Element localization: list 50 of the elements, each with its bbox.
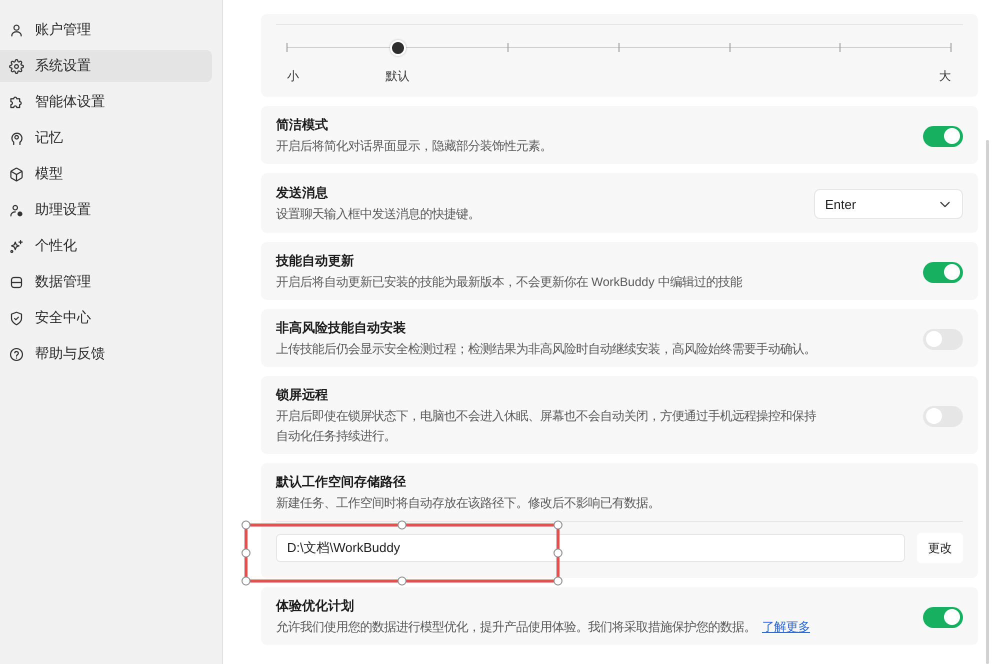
setting-description: 开启后将自动更新已安装的技能为最新版本，不会更新你在 WorkBuddy 中编辑过的技能 [276,274,742,291]
person-icon [9,22,24,38]
sidebar-item[interactable]: 智能体设置 [0,86,212,118]
setting-description: 设置聊天输入框中发送消息的快捷键。 [276,206,480,223]
toggle-switch[interactable] [923,406,963,426]
setting-title: 简洁模式 [276,116,329,134]
slider-min-label: 小 [287,68,299,85]
setting-description: 开启后将简化对话界面显示，隐藏部分装饰性元素。 [276,138,552,155]
slider-thumb[interactable] [390,40,406,56]
person-dot-icon [9,202,24,218]
setting-description: 上传技能后仍会显示安全检测过程；检测结果为非高风险时自动继续安装，高风险始终需要手动确认。 [276,341,816,358]
setting-title: 锁屏远程 [276,386,329,404]
shortcut-dropdown[interactable]: Enter [814,189,963,219]
setting-description: 开启后即使在锁屏状态下，电脑也不会进入休眠、屏幕也不会自动关闭，方便通过手机远程操控和保持自动化任务持续进行。 [276,408,817,445]
database-icon [9,274,24,290]
toggle-switch[interactable] [923,328,963,350]
setting-title: 默认工作空间存储路径 [276,473,407,491]
sparkle-icon [9,238,24,254]
setting-title: 技能自动更新 [276,252,355,270]
sidebar-item[interactable]: 记忆 [0,122,212,154]
scrollbar-thumb[interactable] [986,140,989,664]
sidebar-item[interactable]: 安全中心 [0,302,212,334]
change-button[interactable]: 更改 [917,533,963,563]
puzzle-icon [9,94,24,110]
setting-description: 新建任务、工作空间时将自动存放在该路径下。修改后不影响已有数据。 [276,495,660,512]
toggle-switch[interactable] [923,262,963,282]
sidebar-item[interactable]: 系统设置 [0,50,212,82]
sidebar-item[interactable]: 账户管理 [0,14,212,46]
slider-max-label: 大 [939,68,951,85]
setting-description: 允许我们使用您的数据进行模型优化，提升产品使用体验。我们将采取措施保护您的数据。 了解更多 [276,619,810,636]
setting-title: 体验优化计划 [276,597,355,615]
help-icon [9,346,24,362]
sidebar-item[interactable]: 模型 [0,158,212,190]
slider-default-label: 默认 [386,68,410,85]
sidebar-item[interactable]: 帮助与反馈 [0,338,212,370]
head-icon [9,130,24,146]
sidebar-item[interactable]: 个性化 [0,230,212,262]
setting-title: 非高风险技能自动安装 [276,319,407,337]
sidebar-item[interactable]: 助理设置 [0,194,212,226]
path-field[interactable]: D:\文档\WorkBuddy [276,534,905,562]
cube-icon [9,166,24,182]
learn-more-link[interactable]: 了解更多 [762,620,810,634]
chevron-down-icon [940,200,950,208]
toggle-switch[interactable] [923,126,963,146]
sidebar-item[interactable]: 数据管理 [0,266,212,298]
toggle-switch[interactable] [923,606,963,628]
settings-icon [9,58,24,74]
font-size-slider[interactable] [287,40,951,56]
shield-check-icon [9,310,24,326]
setting-title: 发送消息 [276,184,329,202]
